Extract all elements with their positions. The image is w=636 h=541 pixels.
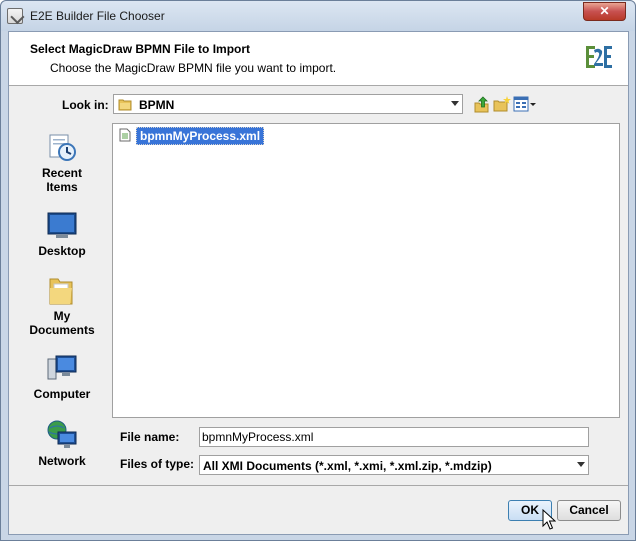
mouse-cursor-icon [542,509,556,530]
network-icon [47,420,77,448]
file-type-dropdown[interactable]: All XMI Documents (*.xml, *.xmi, *.xml.z… [199,455,589,475]
up-one-level-icon[interactable] [473,95,491,113]
place-label: Documents [29,323,95,337]
place-computer[interactable]: Computer [18,352,106,401]
dialog-heading: Select MagicDraw BPMN File to Import [30,42,251,56]
recent-items-icon [49,134,76,161]
look-in-value: BPMN [139,98,175,112]
place-recent-items[interactable]: Recent Items [18,131,106,194]
window-title: E2E Builder File Chooser [30,9,165,23]
place-label: My [53,309,71,323]
place-label: Items [46,180,78,194]
chevron-down-icon [577,462,585,467]
look-in-label: Look in: [62,98,109,112]
my-documents-icon [49,278,73,305]
dialog-header: Select MagicDraw BPMN File to Import Cho… [9,32,628,86]
file-type-label: Files of type: [120,457,195,471]
place-label: Recent [41,166,82,180]
e2e-logo-icon [586,46,612,68]
title-bar[interactable]: E2E Builder File Chooser ✕ [1,1,635,31]
xml-file-icon [119,128,131,142]
place-my-documents[interactable]: My Documents [18,274,106,337]
divider [9,485,628,486]
file-list[interactable]: bpmnMyProcess.xml [112,123,620,418]
place-label: Network [38,454,86,468]
window-icon [7,8,23,24]
file-name-field[interactable] [199,427,589,447]
computer-icon [47,355,77,380]
dialog-content: Select MagicDraw BPMN File to Import Cho… [8,31,629,535]
desktop-icon [47,212,77,238]
folder-icon [118,99,132,111]
look-in-dropdown[interactable]: BPMN [113,94,463,114]
place-network[interactable]: Network [18,419,106,468]
dialog-description: Choose the MagicDraw BPMN file you want … [50,61,337,75]
place-label: Desktop [38,244,86,258]
place-label: Computer [33,387,91,401]
file-name-text: bpmnMyProcess.xml [136,127,265,145]
place-desktop[interactable]: Desktop [18,209,106,258]
file-chooser-window: E2E Builder File Chooser ✕ Select MagicD… [0,0,636,541]
file-type-value: All XMI Documents (*.xml, *.xmi, *.xml.z… [203,459,492,473]
places-bar: Recent Items Desktop My Documents Comput… [18,123,106,472]
view-menu-icon[interactable] [513,95,537,113]
chevron-down-icon [451,101,459,106]
file-name-label: File name: [120,430,180,444]
cancel-button[interactable]: Cancel [557,500,621,521]
new-folder-icon[interactable] [493,95,511,113]
close-button[interactable]: ✕ [583,2,626,21]
